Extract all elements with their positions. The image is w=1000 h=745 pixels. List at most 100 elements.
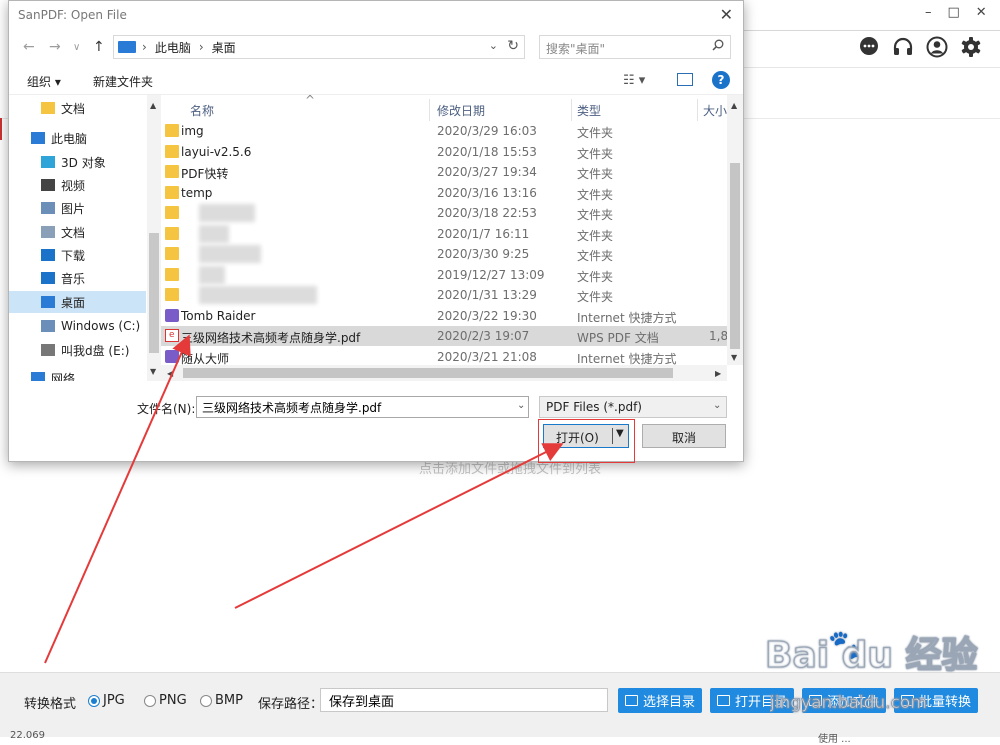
scroll-right-icon[interactable]: ▶ — [715, 369, 721, 378]
file-row[interactable]: 2020/3/18 22:53 文件夹 — [161, 203, 727, 223]
sidebar-item[interactable]: 3D 对象 — [9, 151, 146, 173]
search-input[interactable]: 搜索"桌面" — [539, 35, 731, 59]
file-name: PDF快转 — [181, 167, 229, 181]
sort-ascending-icon: ^ — [305, 95, 316, 107]
organize-menu[interactable]: 组织 ▾ — [27, 73, 61, 90]
file-row[interactable]: e 三级网络技术高频考点随身学.pdf 2020/2/3 19:07 WPS PDF … — [161, 326, 728, 346]
minimize-button[interactable]: – — [925, 5, 932, 23]
maximize-button[interactable]: □ — [948, 5, 960, 23]
file-date: 2020/1/31 13:29 — [437, 288, 537, 302]
file-type: 文件夹 — [577, 208, 614, 222]
column-date[interactable]: 修改日期 — [437, 102, 485, 119]
scroll-down-icon[interactable]: ▼ — [150, 367, 156, 376]
file-row[interactable]: 2020/1/7 16:11 文件夹 — [161, 224, 727, 244]
chat-icon[interactable] — [858, 36, 880, 58]
file-row[interactable]: 2019/12/27 13:09 文件夹 — [161, 265, 727, 285]
horizontal-scroll-thumb[interactable] — [183, 368, 673, 378]
view-options-icon[interactable]: ☷ ▾ — [623, 73, 645, 88]
sidebar-item[interactable]: 此电脑 — [9, 127, 146, 149]
column-separator[interactable] — [429, 99, 430, 121]
file-row[interactable]: Tomb Raider 2020/3/22 19:30 Internet 快捷方式 — [161, 306, 727, 326]
radio-dot[interactable] — [144, 694, 156, 707]
format-radio-png[interactable]: PNG — [144, 693, 187, 708]
up-arrow-icon[interactable]: ↑ — [93, 39, 105, 55]
back-arrow-icon[interactable]: ← — [23, 39, 35, 55]
recent-locations-chevron-icon[interactable]: ∨ — [73, 42, 80, 53]
scroll-down-icon[interactable]: ▼ — [731, 353, 737, 362]
file-type: Internet 快捷方式 — [577, 351, 677, 366]
column-size[interactable]: 大小 — [703, 102, 727, 119]
forward-arrow-icon[interactable]: → — [49, 39, 61, 55]
vertical-scroll-thumb[interactable] — [730, 163, 740, 349]
app-divider — [740, 67, 1000, 68]
filename-dropdown-icon[interactable]: ⌄ — [517, 400, 525, 411]
file-date: 2020/3/30 9:25 — [437, 247, 530, 261]
sidebar-item[interactable]: 下载 — [9, 244, 146, 266]
document-icon — [41, 226, 55, 238]
file-row[interactable]: temp 2020/3/16 13:16 文件夹 — [161, 183, 727, 203]
choose-directory-button[interactable]: 选择目录 — [618, 688, 703, 713]
file-type-dropdown-icon[interactable]: ⌄ — [713, 400, 721, 411]
column-separator[interactable] — [697, 99, 698, 121]
cube-icon — [41, 156, 55, 168]
sidebar-item-label: 网络 — [51, 371, 76, 382]
filename-label: 文件名(N): — [137, 402, 196, 416]
radio-dot[interactable] — [88, 694, 100, 707]
file-type-select[interactable]: PDF Files (*.pdf) — [539, 396, 727, 418]
scroll-left-icon[interactable]: ◀ — [167, 369, 173, 378]
sidebar-item-label: 文档 — [61, 225, 86, 240]
file-date: 2020/3/29 16:03 — [437, 124, 537, 138]
dialog-close-icon[interactable]: ✕ — [720, 5, 733, 24]
cancel-button[interactable]: 取消 — [642, 424, 726, 448]
redacted-filename — [199, 245, 261, 263]
sidebar-item[interactable]: 文档 — [9, 221, 146, 243]
file-row[interactable]: 2020/3/30 9:25 文件夹 — [161, 244, 727, 264]
sidebar-item[interactable]: 视频 — [9, 174, 146, 196]
scroll-up-icon[interactable]: ▲ — [731, 101, 737, 110]
save-path-label: 保存路径： — [258, 697, 324, 712]
user-account-icon[interactable] — [926, 36, 948, 58]
svg-text:jingyan.baidu.com: jingyan.baidu.com — [770, 693, 927, 713]
format-radio-jpg[interactable]: JPG — [88, 693, 125, 708]
address-bar[interactable]: › 此电脑 › 桌面 ⌄ ↻ — [113, 35, 525, 59]
address-dropdown-icon[interactable]: ⌄ — [489, 39, 498, 52]
column-separator[interactable] — [571, 99, 572, 121]
sidebar-item[interactable]: 叫我d盘 (E:) — [9, 339, 146, 361]
sidebar-item[interactable]: 文档 — [9, 97, 146, 119]
redacted-filename — [199, 265, 225, 284]
help-icon[interactable]: ? — [712, 71, 730, 89]
navigation-row: ← → ∨ ↑ › 此电脑 › 桌面 ⌄ ↻ 搜索"桌面" — [9, 35, 743, 61]
scroll-up-icon[interactable]: ▲ — [150, 101, 156, 110]
file-row[interactable]: layui-v2.5.6 2020/1/18 15:53 文件夹 — [161, 142, 727, 162]
breadcrumb-desktop[interactable]: 桌面 — [212, 39, 236, 56]
sidebar-item[interactable]: 桌面 — [9, 291, 146, 313]
save-path-input[interactable] — [320, 688, 608, 712]
sidebar-item[interactable]: Windows (C:) — [9, 315, 146, 337]
preview-pane-icon[interactable] — [677, 73, 693, 86]
file-row[interactable]: img 2020/3/29 16:03 文件夹 — [161, 121, 727, 141]
sidebar-item[interactable]: 网络 — [9, 367, 146, 381]
file-row[interactable]: PDF快转 2020/3/27 19:34 文件夹 — [161, 162, 727, 182]
column-name[interactable]: 名称 — [190, 102, 214, 119]
close-button[interactable]: ✕ — [976, 5, 987, 23]
column-type[interactable]: 类型 — [577, 102, 601, 119]
folder-icon — [41, 102, 55, 114]
sidebar-scroll-thumb[interactable] — [149, 233, 159, 353]
new-folder-button[interactable]: 新建文件夹 — [93, 73, 153, 90]
sidebar-item[interactable]: 音乐 — [9, 267, 146, 289]
sidebar-item[interactable]: 图片 — [9, 197, 146, 219]
file-type: 文件夹 — [577, 290, 614, 304]
sidebar-item-label: 音乐 — [61, 271, 86, 286]
file-name: temp — [181, 185, 213, 200]
refresh-icon[interactable]: ↻ — [507, 38, 519, 54]
radio-dot[interactable] — [200, 694, 212, 707]
filename-input[interactable] — [196, 396, 529, 418]
file-row[interactable]: 2020/1/31 13:29 文件夹 — [161, 285, 727, 305]
format-radio-bmp[interactable]: BMP — [200, 693, 243, 708]
file-row[interactable]: 随从大师 2020/3/21 21:08 Internet 快捷方式 — [161, 347, 727, 367]
headset-icon[interactable] — [892, 36, 914, 58]
settings-gear-icon[interactable] — [960, 36, 982, 58]
status-left: 22.069 — [10, 730, 45, 741]
pdf-icon: e — [165, 329, 179, 342]
breadcrumb-this-pc[interactable]: 此电脑 — [155, 39, 191, 56]
